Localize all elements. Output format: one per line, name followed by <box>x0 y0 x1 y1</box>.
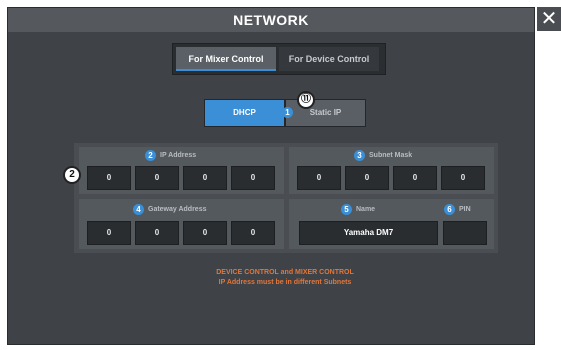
ip-address-label: IP Address <box>160 152 197 159</box>
callout-badge-5: 5 <box>341 204 352 215</box>
dhcp-button[interactable]: DHCP <box>204 99 285 127</box>
ip-octet-4[interactable]: 0 <box>231 166 275 190</box>
close-icon: ✕ <box>540 6 558 30</box>
gateway-octet-2[interactable]: 0 <box>135 221 179 245</box>
close-button[interactable]: ✕ <box>537 7 561 31</box>
gateway-octet-3[interactable]: 0 <box>183 221 227 245</box>
pin-field[interactable] <box>443 221 487 245</box>
gateway-label: Gateway Address <box>148 206 207 213</box>
callout-badge-1: 1 <box>282 107 293 118</box>
pin-label: PIN <box>459 206 471 213</box>
subnet-octet-2[interactable]: 0 <box>345 166 389 190</box>
callout-badge-3: 3 <box>354 150 365 161</box>
subnet-octet-4[interactable]: 0 <box>441 166 485 190</box>
callout-badge-6: 6 <box>444 204 455 215</box>
subnet-warning: DEVICE CONTROL and MIXER CONTROL IP Addr… <box>180 268 390 288</box>
callout-badge-2: 2 <box>145 150 156 161</box>
ip-octet-1[interactable]: 0 <box>87 166 131 190</box>
subnet-octet-1[interactable]: 0 <box>297 166 341 190</box>
callout-marker-2: 2 <box>63 166 81 184</box>
ip-octet-2[interactable]: 0 <box>135 166 179 190</box>
ip-octet-3[interactable]: 0 <box>183 166 227 190</box>
warning-line-1: DEVICE CONTROL and MIXER CONTROL <box>216 269 354 276</box>
tab-device-control[interactable]: For Device Control <box>279 47 379 71</box>
callout-badge-4: 4 <box>133 204 144 215</box>
gateway-octet-1[interactable]: 0 <box>87 221 131 245</box>
tab-mixer-control[interactable]: For Mixer Control <box>176 47 276 71</box>
gateway-octet-4[interactable]: 0 <box>231 221 275 245</box>
subnet-mask-label: Subnet Mask <box>369 152 413 159</box>
device-name-field[interactable]: Yamaha DM7 <box>299 221 438 245</box>
warning-line-2: IP Address must be in different Subnets <box>218 279 352 286</box>
callout-marker-11: ⑪ <box>297 91 315 109</box>
control-tabs: For Mixer Control For Device Control <box>172 43 386 75</box>
subnet-octet-3[interactable]: 0 <box>393 166 437 190</box>
name-label: Name <box>356 206 376 213</box>
dialog-title: NETWORK <box>8 8 534 32</box>
